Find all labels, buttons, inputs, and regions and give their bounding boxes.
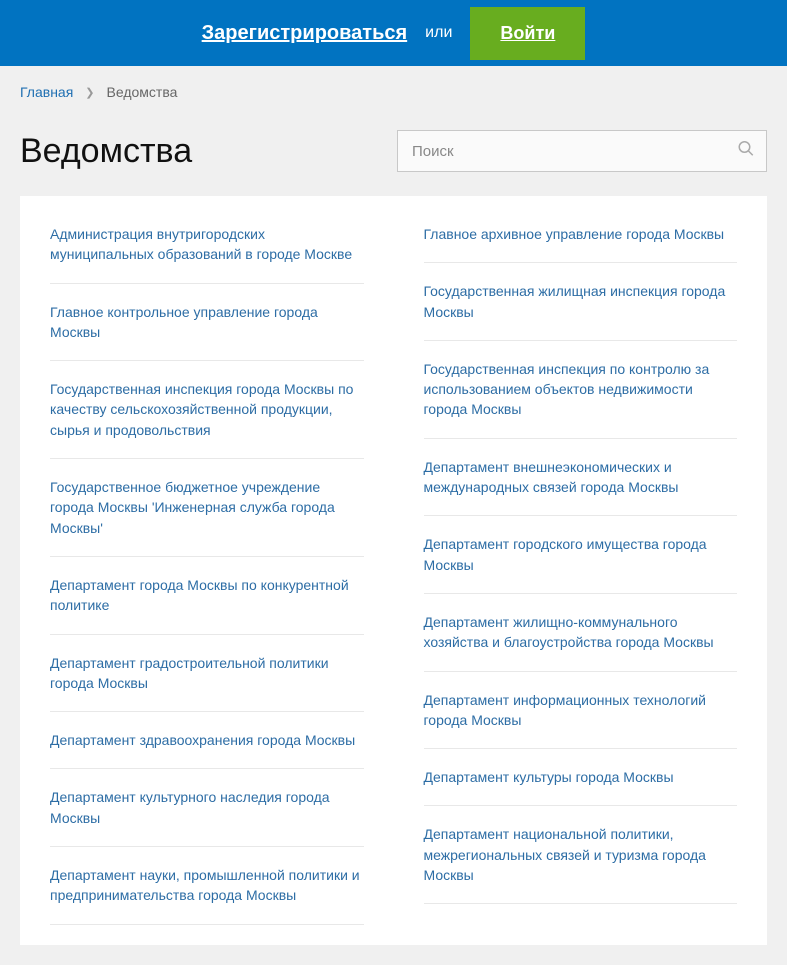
list-item: Департамент жилищно-коммунального хозяйс…: [424, 594, 738, 672]
list-item: Администрация внутригородских муниципаль…: [50, 206, 364, 284]
list-item: Департамент культуры города Москвы: [424, 749, 738, 806]
page-title: Ведомства: [20, 132, 192, 171]
list-item: Главное архивное управление города Москв…: [424, 206, 738, 263]
search-box: [397, 130, 767, 172]
chevron-right-icon: ❯: [85, 86, 94, 99]
department-link[interactable]: Главное архивное управление города Москв…: [424, 224, 738, 244]
department-link[interactable]: Департамент науки, промышленной политики…: [50, 865, 364, 906]
list-item: Департамент здравоохранения города Москв…: [50, 712, 364, 769]
login-button[interactable]: Войти: [470, 7, 585, 60]
department-link[interactable]: Государственное бюджетное учреждение гор…: [50, 477, 364, 538]
breadcrumb: Главная ❯ Ведомства: [0, 66, 787, 112]
top-bar: Зарегистрироваться или Войти: [0, 0, 787, 66]
department-link[interactable]: Департамент национальной политики, межре…: [424, 824, 738, 885]
department-link[interactable]: Департамент жилищно-коммунального хозяйс…: [424, 612, 738, 653]
departments-column-right: Главное архивное управление города Москв…: [424, 206, 738, 925]
list-item: Департамент национальной политики, межре…: [424, 806, 738, 904]
department-link[interactable]: Департамент градостроительной политики г…: [50, 653, 364, 694]
department-link[interactable]: Департамент здравоохранения города Москв…: [50, 730, 364, 750]
list-item: Департамент науки, промышленной политики…: [50, 847, 364, 925]
search-input[interactable]: [397, 130, 767, 172]
departments-card: Администрация внутригородских муниципаль…: [20, 196, 767, 945]
header-row: Ведомства: [0, 112, 787, 196]
department-link[interactable]: Департамент культуры города Москвы: [424, 767, 738, 787]
department-link[interactable]: Государственная инспекция по контролю за…: [424, 359, 738, 420]
department-link[interactable]: Администрация внутригородских муниципаль…: [50, 224, 364, 265]
breadcrumb-home[interactable]: Главная: [20, 84, 73, 100]
list-item: Департамент информационных технологий го…: [424, 672, 738, 750]
list-item: Департамент внешнеэкономических и междун…: [424, 439, 738, 517]
list-item: Главное контрольное управление города Мо…: [50, 284, 364, 362]
department-link[interactable]: Департамент информационных технологий го…: [424, 690, 738, 731]
departments-column-left: Администрация внутригородских муниципаль…: [50, 206, 364, 925]
department-link[interactable]: Главное контрольное управление города Мо…: [50, 302, 364, 343]
department-link[interactable]: Департамент культурного наследия города …: [50, 787, 364, 828]
department-link[interactable]: Государственная жилищная инспекция город…: [424, 281, 738, 322]
breadcrumb-current: Ведомства: [107, 84, 178, 100]
department-link[interactable]: Департамент городского имущества города …: [424, 534, 738, 575]
departments-columns: Администрация внутригородских муниципаль…: [50, 206, 737, 925]
list-item: Департамент градостроительной политики г…: [50, 635, 364, 713]
list-item: Департамент города Москвы по конкурентно…: [50, 557, 364, 635]
department-link[interactable]: Департамент внешнеэкономических и междун…: [424, 457, 738, 498]
department-link[interactable]: Государственная инспекция города Москвы …: [50, 379, 364, 440]
list-item: Государственное бюджетное учреждение гор…: [50, 459, 364, 557]
department-link[interactable]: Департамент города Москвы по конкурентно…: [50, 575, 364, 616]
list-item: Департамент культурного наследия города …: [50, 769, 364, 847]
list-item: Государственная инспекция города Москвы …: [50, 361, 364, 459]
list-item: Государственная инспекция по контролю за…: [424, 341, 738, 439]
or-label: или: [425, 24, 452, 42]
register-link[interactable]: Зарегистрироваться: [202, 22, 408, 45]
list-item: Государственная жилищная инспекция город…: [424, 263, 738, 341]
list-item: Департамент городского имущества города …: [424, 516, 738, 594]
